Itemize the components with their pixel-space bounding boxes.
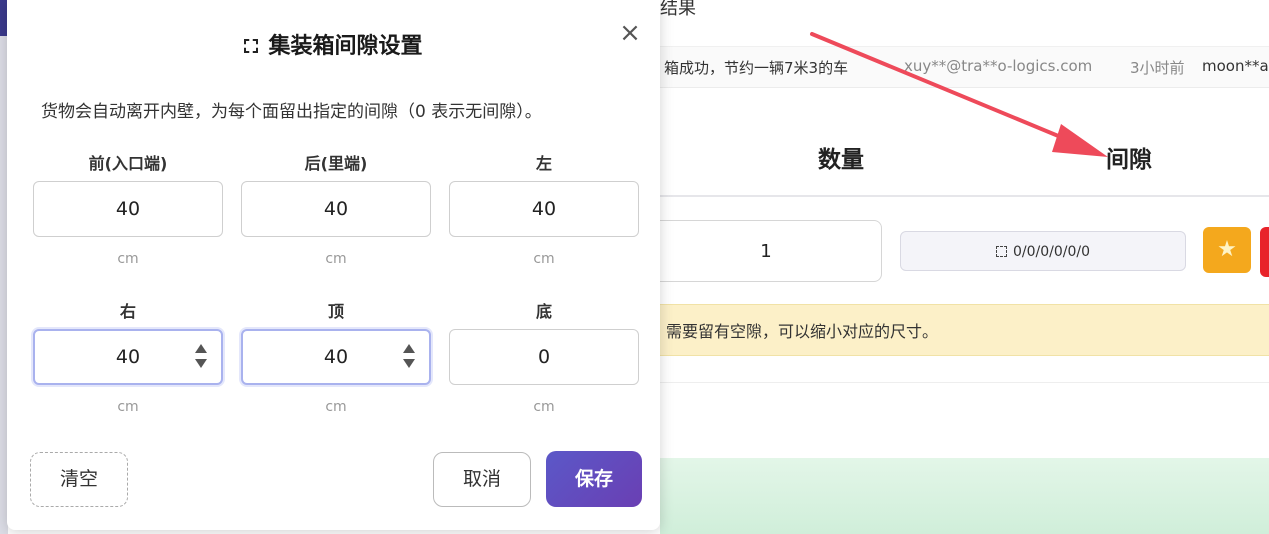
container-gap-dialog: 集装箱间隙设置 × 货物会自动离开内壁，为每个面留出指定的间隙（0 表示无间隙）… xyxy=(7,0,660,530)
field-bottom-label: 底 xyxy=(535,302,552,321)
front-gap-input[interactable]: 40 xyxy=(33,181,223,237)
field-bottom-unit: cm xyxy=(533,399,555,415)
top-gap-value: 40 xyxy=(323,346,349,368)
clear-button[interactable]: 清空 xyxy=(30,452,128,507)
save-button[interactable]: 保存 xyxy=(546,451,642,507)
dialog-description: 货物会自动离开内壁，为每个面留出指定的间隙（0 表示无间隙）。 xyxy=(41,102,542,122)
dialog-title: 集装箱间隙设置 xyxy=(7,28,660,60)
field-back-unit: cm xyxy=(325,251,347,267)
dialog-title-text: 集装箱间隙设置 xyxy=(268,34,423,59)
annotation-arrow-icon xyxy=(810,32,1108,157)
stepper-up-icon[interactable] xyxy=(403,344,415,353)
stepper-down-icon[interactable] xyxy=(403,359,415,368)
field-front-label: 前(入口端) xyxy=(88,154,168,173)
cancel-button[interactable]: 取消 xyxy=(433,452,531,507)
field-right-label: 右 xyxy=(119,302,136,321)
field-back-label: 后(里端) xyxy=(304,154,368,173)
field-left-label: 左 xyxy=(535,154,552,173)
right-gap-input[interactable]: 40 xyxy=(33,329,223,385)
field-left-unit: cm xyxy=(533,251,555,267)
top-gap-input[interactable]: 40 xyxy=(241,329,431,385)
field-back: 后(里端) 40 cm xyxy=(241,150,431,267)
field-front-unit: cm xyxy=(117,251,139,267)
field-bottom: 底 0 cm xyxy=(449,298,639,415)
back-gap-input[interactable]: 40 xyxy=(241,181,431,237)
stepper-down-icon[interactable] xyxy=(195,359,207,368)
field-left: 左 40 cm xyxy=(449,150,639,267)
bottom-gap-input[interactable]: 0 xyxy=(449,329,639,385)
field-top-unit: cm xyxy=(325,399,347,415)
field-top-label: 顶 xyxy=(327,302,344,321)
right-gap-value: 40 xyxy=(115,346,141,368)
field-top: 顶 40 cm xyxy=(241,298,431,415)
field-front: 前(入口端) 40 cm xyxy=(33,150,223,267)
left-gap-input[interactable]: 40 xyxy=(449,181,639,237)
field-right-unit: cm xyxy=(117,399,139,415)
top-gap-stepper[interactable] xyxy=(403,344,415,372)
gap-frame-icon xyxy=(244,39,259,53)
field-right: 右 40 cm xyxy=(33,298,223,415)
right-gap-stepper[interactable] xyxy=(195,344,207,372)
stepper-up-icon[interactable] xyxy=(195,344,207,353)
close-icon[interactable]: × xyxy=(619,20,641,46)
